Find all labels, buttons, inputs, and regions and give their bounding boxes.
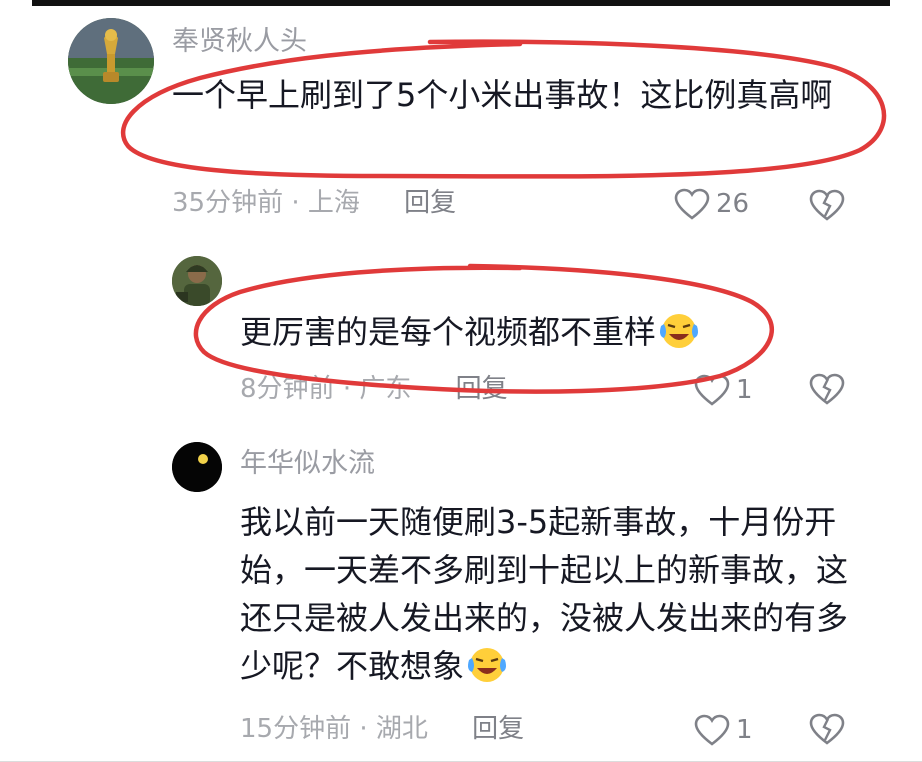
dislike-icon[interactable] xyxy=(808,188,846,222)
meta-separator: · xyxy=(291,188,300,218)
comment-location: 湖北 xyxy=(375,714,428,744)
black-circle-avatar-icon[interactable] xyxy=(172,442,222,492)
comment-username[interactable]: 年华似水流 xyxy=(240,450,375,477)
comment-text: 一个早上刷到了5个小米出事故！这比例真高啊 xyxy=(172,71,852,119)
reply-button[interactable]: 回复 xyxy=(472,714,524,744)
like-count: 1 xyxy=(736,375,753,405)
comment-time: 35分钟前 xyxy=(172,188,284,218)
comment-meta: 15分钟前 · 湖北 回复 xyxy=(240,716,524,742)
comment-text: 更厉害的是每个视频都不重样 xyxy=(240,308,840,356)
trophy-avatar-icon[interactable] xyxy=(68,18,154,104)
comment-time: 15分钟前 xyxy=(240,714,352,744)
comment-meta: 35分钟前 · 上海 回复 xyxy=(172,190,456,216)
like-count: 26 xyxy=(716,189,750,219)
meta-separator: · xyxy=(359,714,368,744)
like-button[interactable]: 1 xyxy=(694,714,753,746)
comment-location: 上海 xyxy=(307,188,360,218)
meta-separator: · xyxy=(342,374,352,404)
comment-meta: 8分钟前 · 广东 回复 xyxy=(240,376,508,402)
heart-icon xyxy=(694,714,730,746)
dislike-icon[interactable] xyxy=(808,712,846,746)
dislike-icon[interactable] xyxy=(808,372,846,406)
comment-text-content: 我以前一天随便刷3-5起新事故，十月份开始，一天差不多刷到十起以上的新事故，这还… xyxy=(240,503,849,685)
soldier-avatar-icon[interactable] xyxy=(172,256,222,306)
comment-location: 广东 xyxy=(359,374,412,404)
reply-button[interactable]: 回复 xyxy=(404,188,456,218)
like-button[interactable]: 26 xyxy=(674,188,749,220)
laugh-cry-emoji-icon xyxy=(660,314,699,348)
comment-time: 8分钟前 xyxy=(240,374,335,404)
comment-username[interactable]: 奉贤秋人头 xyxy=(172,28,307,55)
like-count: 1 xyxy=(736,715,753,745)
like-button[interactable]: 1 xyxy=(694,374,753,406)
heart-icon xyxy=(674,188,710,220)
top-bar xyxy=(32,0,890,6)
comment-text-content: 一个早上刷到了5个小米出事故！这比例真高啊 xyxy=(172,76,833,114)
heart-icon xyxy=(694,374,730,406)
reply-button[interactable]: 回复 xyxy=(456,374,508,404)
comment-text: 我以前一天随便刷3-5起新事故，十月份开始，一天差不多刷到十起以上的新事故，这还… xyxy=(240,498,860,690)
comment-text-content: 更厉害的是每个视频都不重样 xyxy=(240,313,657,351)
laugh-cry-emoji-icon xyxy=(468,648,507,682)
